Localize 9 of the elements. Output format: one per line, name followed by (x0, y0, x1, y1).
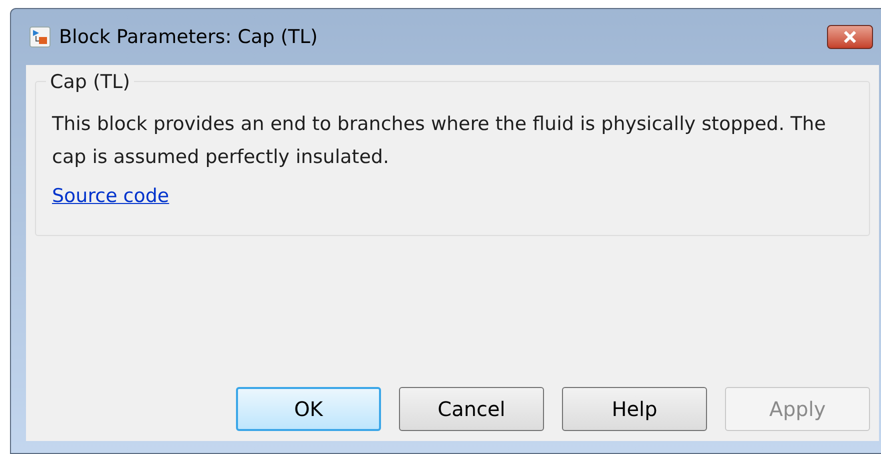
dialog-button[interactable]: OK (236, 387, 381, 431)
app-icon (29, 26, 51, 48)
description-text: This block provides an end to branches where the fluid is physically stopped. The cap is assumed perfectly insulated. (52, 112, 827, 170)
close-button[interactable] (827, 25, 873, 49)
dialog-button[interactable]: Help (562, 387, 707, 431)
source-code-link[interactable]: Source code (52, 182, 170, 210)
window-title: Block Parameters: Cap (TL) (59, 24, 318, 50)
close-icon (843, 31, 857, 43)
dialog-button[interactable]: Cancel (399, 387, 544, 431)
